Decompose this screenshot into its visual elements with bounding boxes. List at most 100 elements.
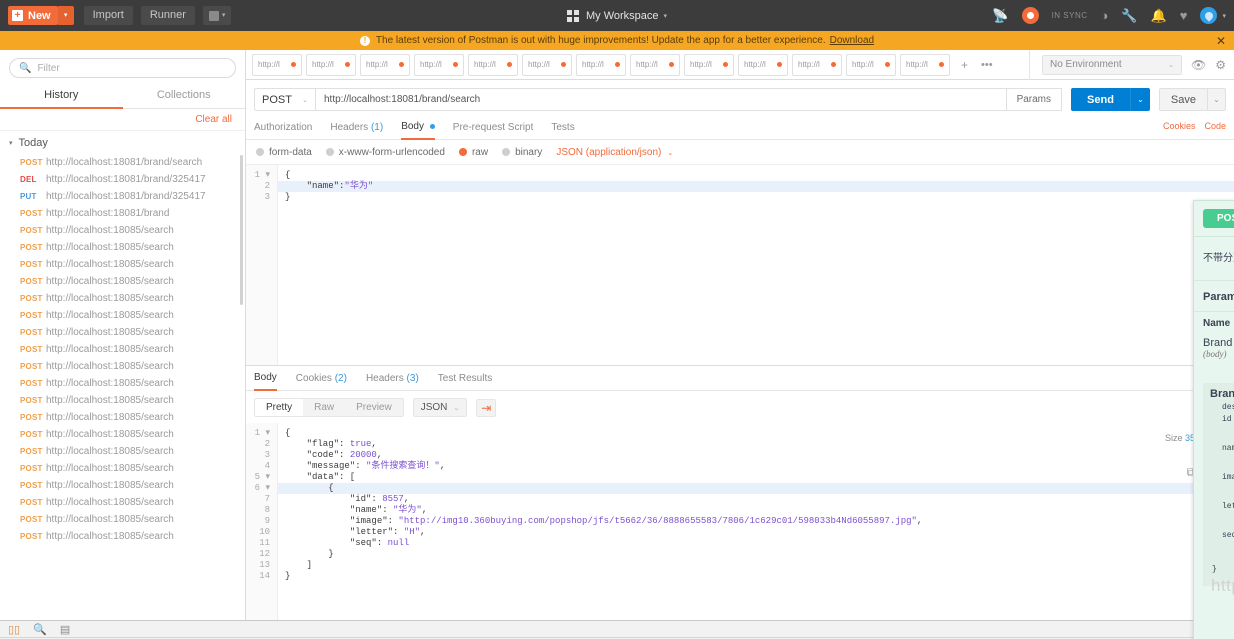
tab-body[interactable]: Body [401,117,435,140]
heart-icon[interactable]: ♥ [1180,9,1188,22]
swagger-model-title-row[interactable]: Brand ⌄ { [1210,388,1234,400]
search-icon[interactable]: 🔍 [33,623,47,636]
cookies-link[interactable]: Cookies [1163,121,1196,131]
request-body-line[interactable]: } [278,192,1234,203]
history-item[interactable]: POST http://localhost:18085/search [0,528,245,545]
body-type-binary[interactable]: binary [502,147,542,158]
eye-icon[interactable]: 👁 [1191,58,1206,72]
history-item[interactable]: POST http://localhost:18085/search [0,239,245,256]
history-item[interactable]: POST http://localhost:18081/brand/search [0,154,245,171]
view-raw[interactable]: Raw [303,399,345,416]
import-button[interactable]: Import [83,6,133,25]
body-type-form-data[interactable]: form-data [256,147,312,158]
request-body-line[interactable]: "name":"华为" [278,181,1234,192]
terminal-icon[interactable]: ▤ [60,623,70,636]
satellite-icon[interactable]: 📡 [992,9,1008,22]
response-body-code[interactable]: { "flag": true, "code": 20000, "message"… [278,423,1234,582]
response-body-line[interactable]: { [278,483,1234,494]
sync-icon[interactable] [1021,7,1039,24]
view-pretty[interactable]: Pretty [255,399,304,416]
history-item[interactable]: POST http://localhost:18085/search [0,222,245,239]
save-button[interactable]: Save [1158,88,1208,111]
open-request-tab[interactable]: http://l [846,53,896,76]
history-item[interactable]: PUT http://localhost:18081/brand/325417 [0,188,245,205]
open-request-tab[interactable]: http://l [576,53,626,76]
view-preview[interactable]: Preview [345,399,403,416]
history-item[interactable]: POST http://localhost:18085/search [0,273,245,290]
open-request-tab[interactable]: http://l [306,53,356,76]
open-request-tab[interactable]: http://l [630,53,680,76]
workspace-switcher[interactable]: My Workspace ▾ [566,9,667,22]
close-icon[interactable]: ✕ [1216,35,1226,47]
tab-options-button[interactable]: ••• [975,59,999,71]
search-input[interactable]: 🔍 Filter [9,58,236,78]
history-item[interactable]: POST http://localhost:18085/search [0,324,245,341]
tab-authorization[interactable]: Authorization [254,118,312,139]
history-item[interactable]: POST http://localhost:18085/search [0,443,245,460]
gear-icon[interactable]: ⚙ [1215,58,1226,72]
history-item[interactable]: POST http://localhost:18085/search [0,341,245,358]
response-body-line[interactable]: } [278,549,1234,560]
history-item[interactable]: POST http://localhost:18085/search [0,409,245,426]
history-item[interactable]: POST http://localhost:18085/search [0,426,245,443]
history-item[interactable]: POST http://localhost:18085/search [0,256,245,273]
request-body-code[interactable]: { "name":"华为"} [278,165,1234,203]
environment-select[interactable]: No Environment ⌄ [1042,54,1182,75]
body-type-raw[interactable]: raw [458,147,488,158]
layout-icon[interactable]: ▯▯ [8,623,20,636]
new-button[interactable]: + New [8,6,58,25]
history-item[interactable]: POST http://localhost:18085/search [0,494,245,511]
open-request-tab[interactable]: http://l [468,53,518,76]
body-type-urlencoded[interactable]: x-www-form-urlencoded [325,147,445,158]
sidebar-scrollbar[interactable] [240,155,243,305]
word-wrap-icon[interactable]: ⇥ [476,398,497,417]
response-body-line[interactable]: "seq": null [278,538,1234,549]
history-item[interactable]: POST http://localhost:18085/search [0,477,245,494]
history-item[interactable]: POST http://localhost:18085/search [0,392,245,409]
history-group-today[interactable]: ▾ Today [0,131,245,154]
history-list[interactable]: ▾ Today POST http://localhost:18081/brand… [0,131,245,620]
avatar[interactable] [1200,7,1218,24]
url-input[interactable]: http://localhost:18081/brand/search [316,88,1007,111]
runner-button[interactable]: Runner [140,6,195,25]
request-body-editor[interactable]: 1 ▾ 2 3 { "name":"华为"} [246,164,1234,365]
wrench-icon[interactable]: 🔧 [1121,9,1137,22]
response-body-line[interactable]: "flag": true, [278,439,1234,450]
response-body-line[interactable]: "code": 20000, [278,450,1234,461]
new-window-button[interactable]: ▾ [202,6,232,25]
history-item[interactable]: POST http://localhost:18085/search [0,511,245,528]
tab-response-body[interactable]: Body [254,366,277,391]
content-type-select[interactable]: JSON (application/json) ⌄ [556,147,673,158]
tab-response-headers[interactable]: Headers (3) [366,367,419,390]
tab-pre-request-script[interactable]: Pre-request Script [453,118,534,139]
history-item[interactable]: POST http://localhost:18081/brand [0,205,245,222]
open-request-tab[interactable]: http://l [414,53,464,76]
history-item[interactable]: POST http://localhost:18085/search [0,290,245,307]
response-body-line[interactable]: { [278,428,1234,439]
bell-icon[interactable]: 🔔 [1151,9,1167,22]
response-view-toggle[interactable]: Pretty Raw Preview [254,398,404,417]
tab-tests[interactable]: Tests [551,118,574,139]
history-item[interactable]: POST http://localhost:18085/search [0,307,245,324]
request-body-line[interactable]: { [278,170,1234,181]
response-body-line[interactable]: } [278,571,1234,582]
response-body-line[interactable]: "name": "华为", [278,505,1234,516]
open-request-tab[interactable]: http://l [792,53,842,76]
save-options-caret-icon[interactable]: ⌄ [1208,88,1226,111]
clear-all-button[interactable]: Clear all [0,109,245,131]
send-button[interactable]: Send [1071,88,1130,111]
response-body-line[interactable]: "letter": "H", [278,527,1234,538]
response-body-line[interactable]: ] [278,560,1234,571]
open-request-tab[interactable]: http://l [738,53,788,76]
open-request-tab[interactable]: http://l [360,53,410,76]
response-body-line[interactable]: "data": [ [278,472,1234,483]
tab-history[interactable]: History [0,84,123,109]
activity-icon[interactable]: ◑ [1101,9,1109,22]
open-request-tab[interactable]: http://l [900,53,950,76]
response-body-line[interactable]: "message": "条件搜索查询！", [278,461,1234,472]
code-link[interactable]: Code [1204,121,1226,131]
params-button[interactable]: Params [1006,88,1063,111]
open-request-tab[interactable]: http://l [522,53,572,76]
response-body-line[interactable]: "id": 8557, [278,494,1234,505]
send-options-caret-icon[interactable]: ⌄ [1129,88,1150,111]
